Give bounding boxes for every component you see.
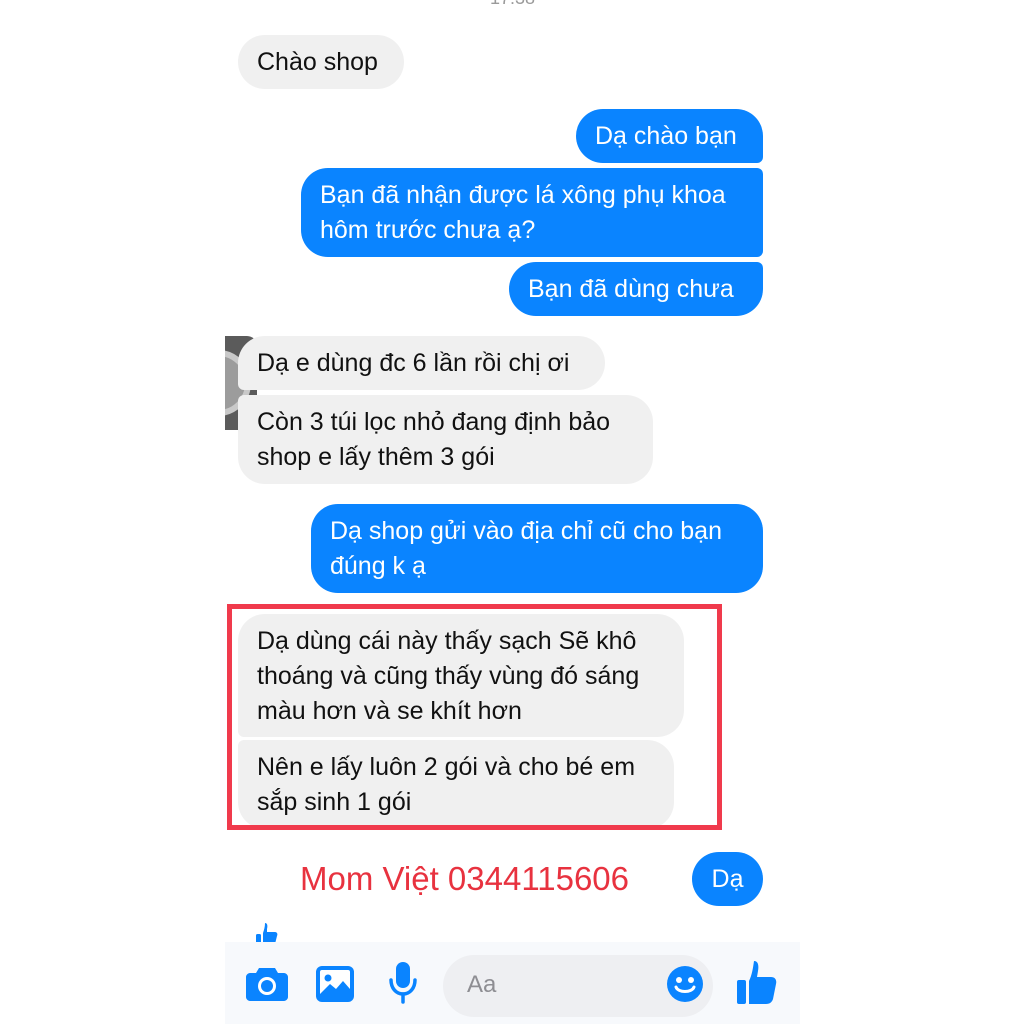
message-outgoing[interactable]: Bạn đã nhận được lá xông phụ khoa hôm tr… xyxy=(301,168,763,257)
highlight-frame xyxy=(227,604,722,830)
message-outgoing[interactable]: Bạn đã dùng chưa xyxy=(509,262,763,316)
microphone-icon[interactable] xyxy=(388,962,418,1004)
timestamp: 17:38 xyxy=(225,0,800,9)
emoji-icon[interactable] xyxy=(666,965,704,1003)
message-outgoing[interactable]: Dạ xyxy=(692,852,763,906)
message-incoming[interactable]: Dạ e dùng đc 6 lần rồi chị ơi xyxy=(238,336,605,390)
message-outgoing[interactable]: Dạ shop gửi vào địa chỉ cũ cho bạn đúng … xyxy=(311,504,763,593)
gallery-icon[interactable] xyxy=(316,966,354,1002)
message-input-placeholder: Aa xyxy=(467,971,497,998)
camera-icon[interactable] xyxy=(246,965,288,1001)
thumbs-up-icon[interactable] xyxy=(737,960,777,1004)
message-incoming[interactable]: Còn 3 túi lọc nhỏ đang định bảo shop e l… xyxy=(238,395,653,484)
message-outgoing[interactable]: Dạ chào bạn xyxy=(576,109,763,163)
watermark-text: Mom Việt 0344115606 xyxy=(300,860,630,897)
message-incoming[interactable]: Chào shop xyxy=(238,35,404,89)
